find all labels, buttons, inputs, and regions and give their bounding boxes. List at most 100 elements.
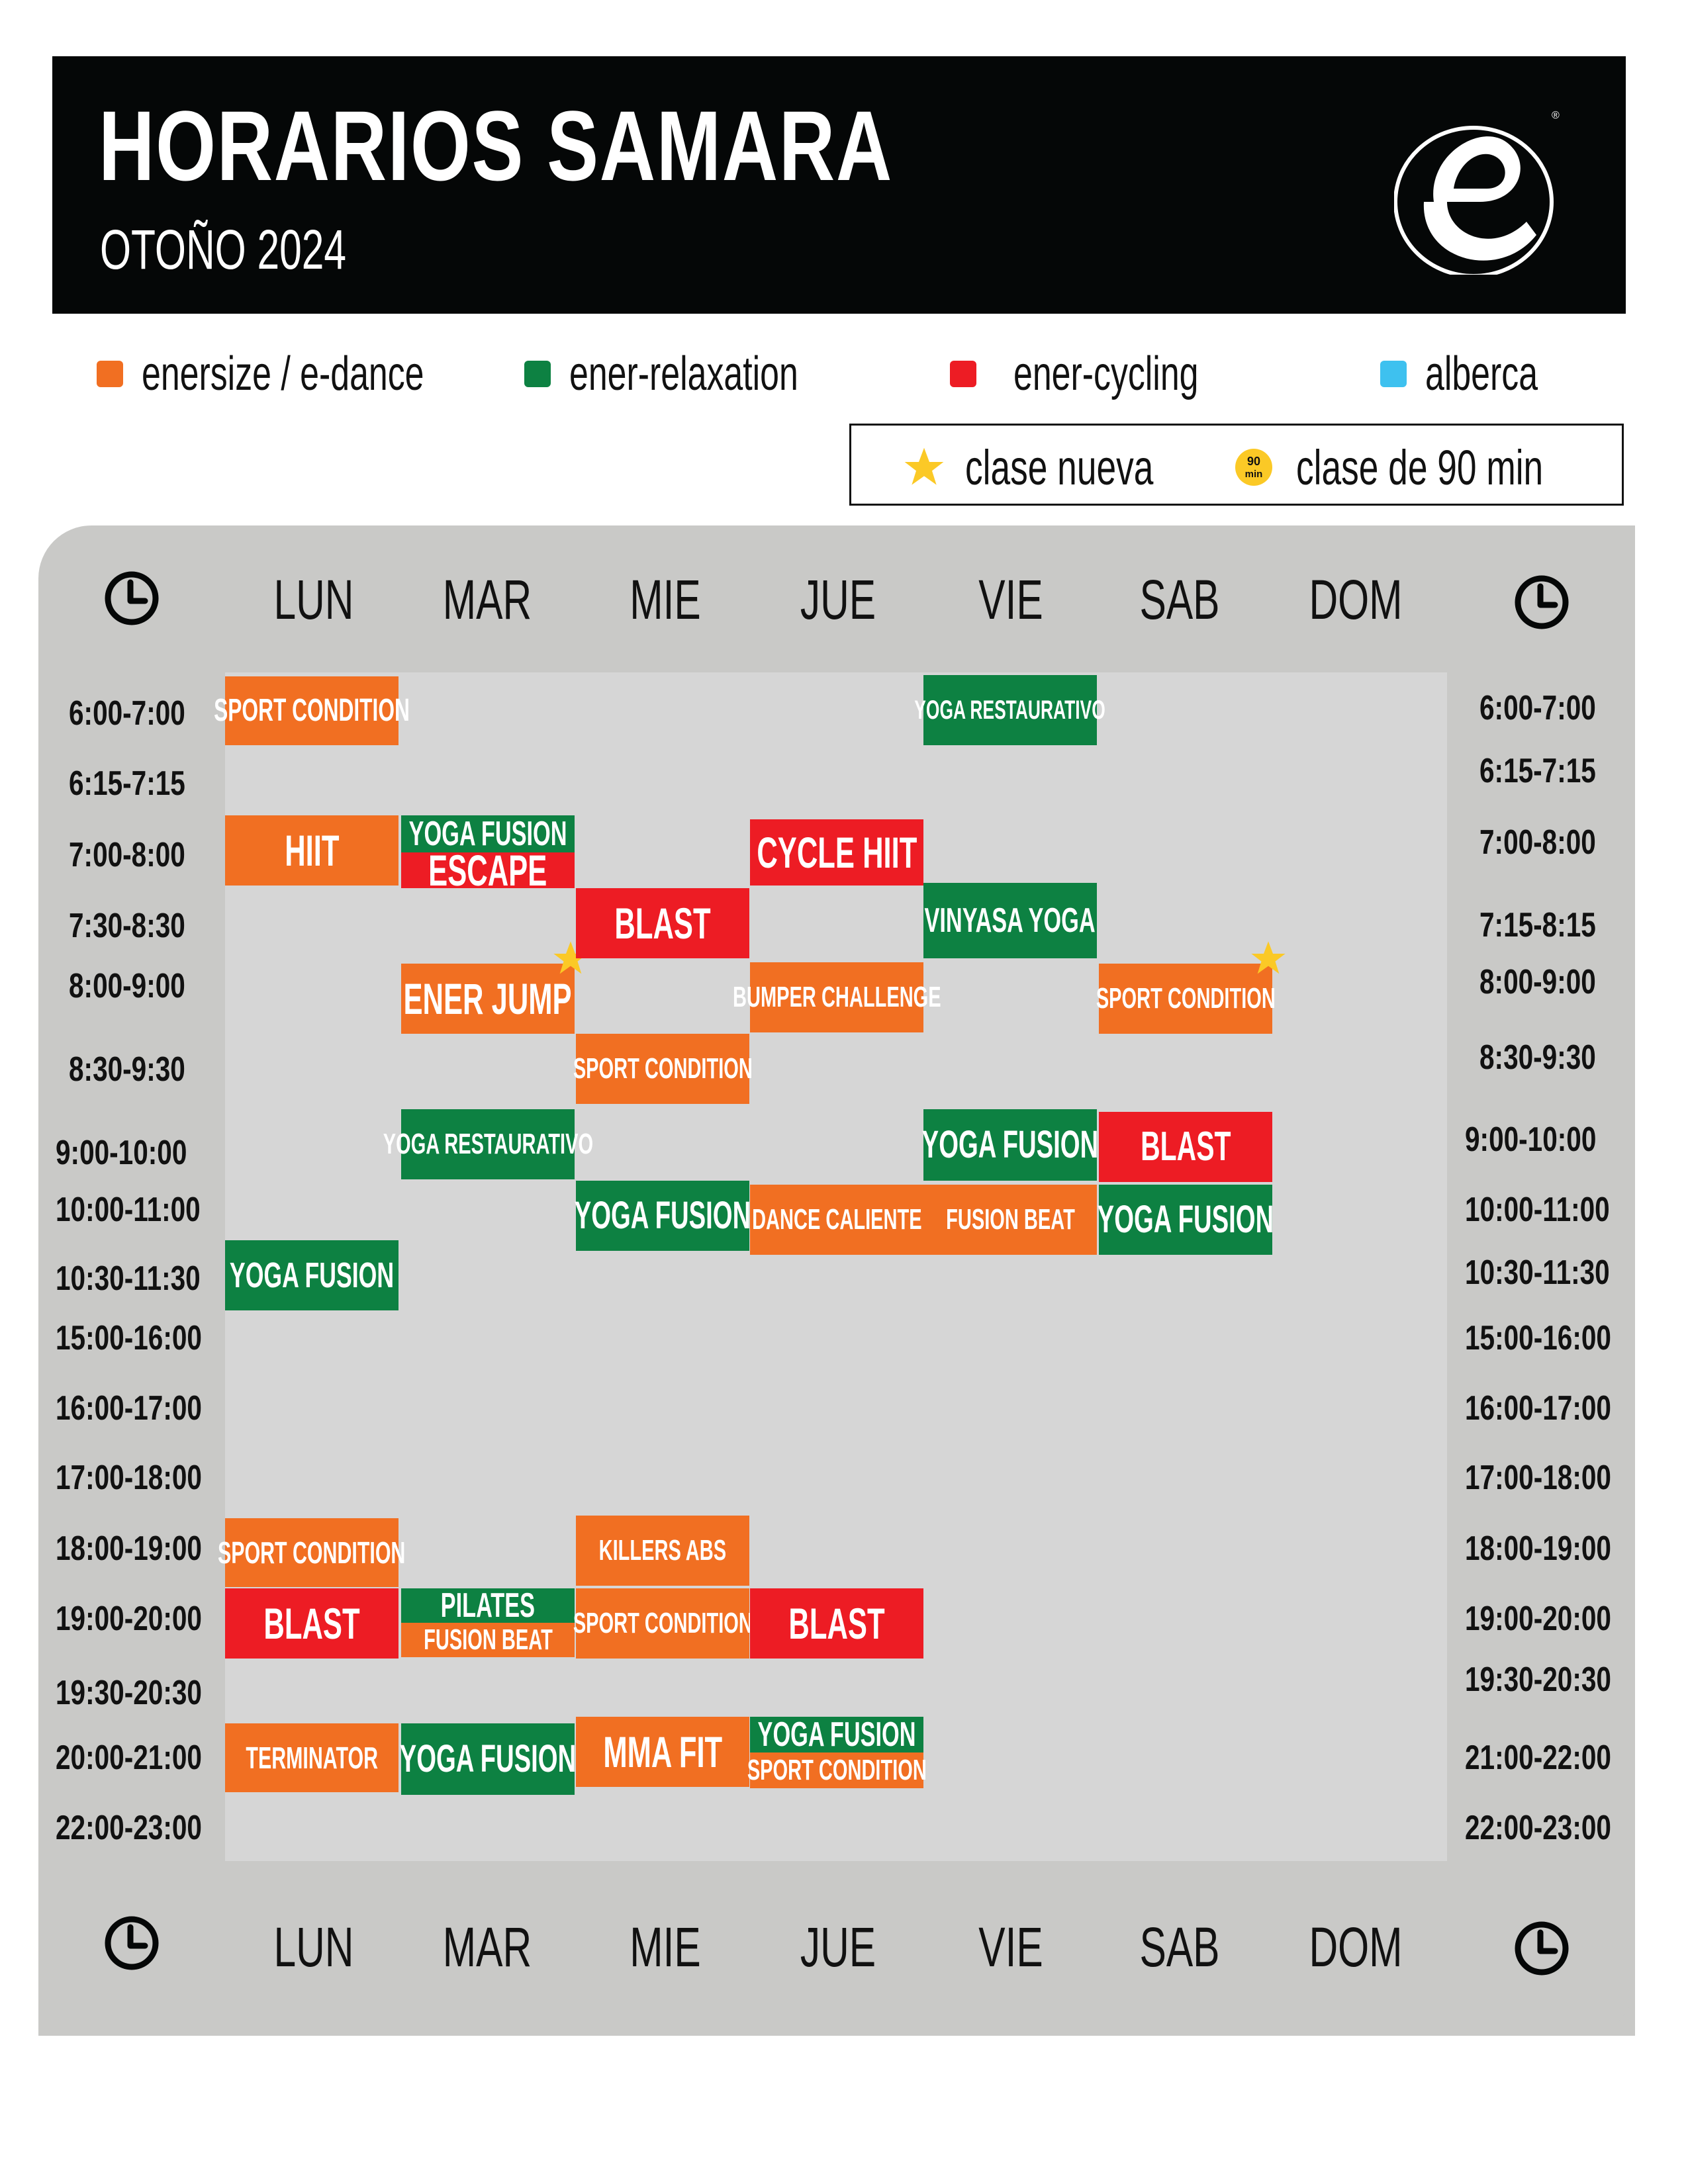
- clock-icon: [105, 571, 159, 625]
- class-block[interactable]: YOGA FUSION: [921, 1109, 1099, 1181]
- star-icon: [1251, 941, 1286, 974]
- legend-90min-class: 90 min clase de 90 min: [1234, 437, 1639, 497]
- class-block[interactable]: ENER JUMP: [401, 964, 575, 1034]
- time-label-left: 20:00-21:00: [56, 1739, 202, 1777]
- class-block[interactable]: VINYASA YOGA: [923, 883, 1097, 958]
- class-name: SPORT CONDITION: [573, 1607, 753, 1639]
- class-name: BLAST: [614, 899, 711, 948]
- star-icon: [904, 447, 944, 485]
- class-block[interactable]: YOGA FUSION: [750, 1717, 923, 1752]
- legend-swatch-blue: [1380, 361, 1407, 387]
- class-block[interactable]: SPORT CONDITION: [214, 676, 410, 745]
- legend-swatch-red: [950, 361, 976, 387]
- marker-legend-box: clase nueva 90 min clase de 90 min: [849, 424, 1624, 506]
- time-label-right: 15:00-16:00: [1465, 1319, 1611, 1357]
- time-label-left: 17:00-18:00: [56, 1459, 202, 1497]
- class-block[interactable]: SPORT CONDITION: [1096, 964, 1276, 1034]
- day-footer: SAB: [1139, 1916, 1220, 1978]
- class-name: YOGA RESTAURATIVO: [914, 696, 1106, 725]
- class-block[interactable]: YOGA FUSION: [1098, 1185, 1274, 1255]
- legend-swatch-green: [524, 361, 551, 387]
- class-name: YOGA FUSION: [229, 1255, 395, 1295]
- class-name: YOGA FUSION: [757, 1715, 916, 1754]
- day-header: MIE: [630, 569, 701, 631]
- time-label-left: 19:00-20:00: [56, 1600, 202, 1638]
- class-block[interactable]: BUMPER CHALLENGE: [733, 962, 941, 1032]
- legend-item-alberca: alberca: [1380, 344, 1581, 404]
- time-label-left: 10:00-11:00: [56, 1191, 201, 1229]
- class-block[interactable]: YOGA FUSION: [400, 1723, 576, 1795]
- legend-label: ener-relaxation: [569, 347, 798, 400]
- time-label-right: 19:30-20:30: [1465, 1661, 1611, 1699]
- class-block[interactable]: YOGA FUSION: [574, 1181, 751, 1251]
- class-block[interactable]: FUSION BEAT: [923, 1185, 1097, 1255]
- time-label-right: 7:15-8:15: [1479, 906, 1596, 944]
- class-name: ESCAPE: [428, 846, 547, 895]
- class-block[interactable]: PILATES: [401, 1588, 575, 1623]
- class-block[interactable]: CYCLE HIIT: [750, 819, 923, 886]
- class-name: YOGA FUSION: [921, 1123, 1099, 1166]
- class-name: HIIT: [284, 826, 340, 875]
- class-block[interactable]: SPORT CONDITION: [218, 1518, 406, 1587]
- class-block[interactable]: BLAST: [1099, 1112, 1272, 1182]
- class-name: YOGA FUSION: [574, 1194, 751, 1237]
- day-footer: MIE: [630, 1916, 701, 1978]
- legend-label: ener-cycling: [1013, 347, 1199, 400]
- class-block[interactable]: FUSION BEAT: [401, 1623, 575, 1657]
- class-name: BUMPER CHALLENGE: [732, 981, 941, 1013]
- time-label-left: 7:30-8:30: [69, 907, 185, 945]
- class-block[interactable]: ESCAPE: [401, 848, 575, 892]
- svg-text:90: 90: [1247, 455, 1260, 468]
- day-footer: LUN: [273, 1916, 354, 1978]
- class-block[interactable]: YOGA RESTAURATIVO: [383, 1109, 593, 1179]
- day-footer: JUE: [800, 1916, 876, 1978]
- class-block[interactable]: TERMINATOR: [225, 1723, 399, 1792]
- class-name: VINYASA YOGA: [924, 901, 1096, 940]
- class-name: FUSION BEAT: [423, 1623, 553, 1656]
- legend-swatch-orange: [97, 361, 123, 387]
- time-label-left: 16:00-17:00: [56, 1389, 202, 1428]
- class-block[interactable]: KILLERS ABS: [576, 1516, 749, 1586]
- legend-item-enersize: enersize / e-dance: [97, 344, 534, 404]
- class-block[interactable]: BLAST: [750, 1588, 923, 1659]
- class-name: ENER JUMP: [403, 974, 573, 1023]
- class-block[interactable]: SPORT CONDITION: [747, 1752, 927, 1788]
- legend-label: clase de 90 min: [1296, 439, 1544, 495]
- time-label-right: 16:00-17:00: [1465, 1389, 1611, 1428]
- day-header: LUN: [273, 569, 354, 631]
- time-label-right: 6:15-7:15: [1479, 752, 1596, 790]
- page-title: HORARIOS SAMARA: [99, 90, 893, 201]
- class-block[interactable]: BLAST: [225, 1588, 399, 1659]
- time-label-left: 6:15-7:15: [69, 764, 185, 803]
- class-name: MMA FIT: [603, 1727, 722, 1776]
- class-block[interactable]: SPORT CONDITION: [573, 1034, 753, 1104]
- class-block[interactable]: DANCE CALIENTE: [750, 1185, 923, 1255]
- class-block[interactable]: SPORT CONDITION: [573, 1588, 753, 1659]
- class-name: BLAST: [788, 1599, 885, 1648]
- legend-item-cycling: ener-cycling: [950, 344, 1270, 404]
- time-label-right: 9:00-10:00: [1465, 1120, 1597, 1159]
- class-name: PILATES: [440, 1586, 536, 1625]
- time-label-right: 17:00-18:00: [1465, 1459, 1611, 1497]
- time-label-right: 10:00-11:00: [1465, 1191, 1610, 1229]
- registered-mark: ®: [1552, 110, 1560, 121]
- class-block[interactable]: HIIT: [225, 815, 399, 886]
- class-block[interactable]: YOGA RESTAURATIVO: [915, 675, 1105, 745]
- day-header: SAB: [1139, 569, 1220, 631]
- class-name: TERMINATOR: [246, 1741, 378, 1775]
- class-name: SPORT CONDITION: [214, 693, 410, 728]
- time-label-left: 9:00-10:00: [56, 1134, 187, 1172]
- class-block[interactable]: BLAST: [576, 888, 749, 958]
- time-label-right: 21:00-22:00: [1465, 1739, 1611, 1777]
- class-block[interactable]: MMA FIT: [576, 1717, 749, 1787]
- legend-label: alberca: [1425, 347, 1538, 400]
- time-label-left: 8:00-9:00: [69, 967, 185, 1005]
- class-block[interactable]: YOGA FUSION: [225, 1240, 399, 1310]
- time-label-right: 8:00-9:00: [1479, 963, 1596, 1001]
- clock-icon: [1515, 575, 1569, 629]
- time-label-left: 22:00-23:00: [56, 1809, 202, 1847]
- day-header: MAR: [442, 569, 532, 631]
- class-name: SPORT CONDITION: [573, 1052, 753, 1085]
- time-label-left: 6:00-7:00: [69, 694, 185, 733]
- day-footer: MAR: [442, 1916, 532, 1978]
